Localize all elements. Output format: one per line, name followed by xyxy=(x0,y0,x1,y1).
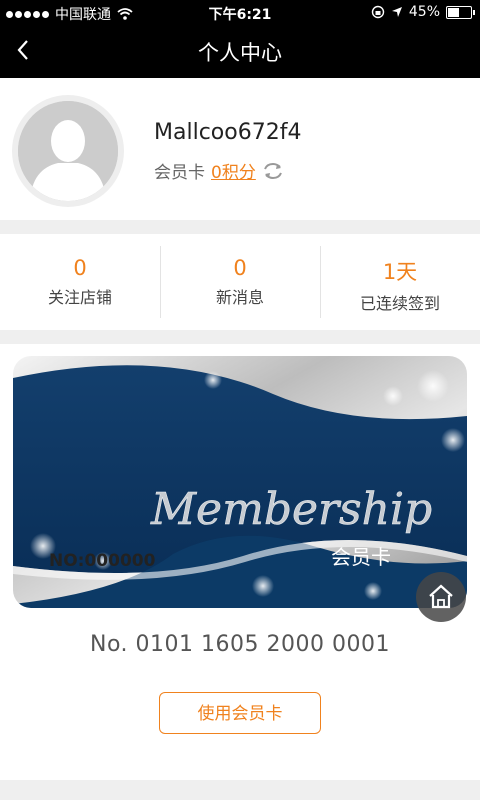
page-title: 个人中心 xyxy=(198,41,282,65)
stat-label: 新消息 xyxy=(215,288,264,307)
points-link[interactable]: 0积分 xyxy=(211,158,256,183)
nav-bar: 个人中心 xyxy=(0,24,480,78)
battery-percent: 45% xyxy=(408,4,440,20)
membership-section: Membership 会员卡 NO:000000 No. 0101 1605 2… xyxy=(0,344,480,780)
refresh-icon[interactable] xyxy=(262,161,284,181)
membership-card-image: Membership 会员卡 NO:000000 xyxy=(13,356,467,608)
use-card-button[interactable]: 使用会员卡 xyxy=(159,692,321,734)
card-script-title: Membership xyxy=(150,484,432,535)
username: Mallcoo672f4 xyxy=(154,120,302,145)
battery-icon xyxy=(446,5,475,19)
stat-checkin-streak[interactable]: 1天 已连续签到 xyxy=(320,234,480,330)
stat-label: 关注店铺 xyxy=(47,288,112,307)
rotation-lock-icon xyxy=(371,5,385,19)
card-code: NO:000000 xyxy=(49,551,156,571)
home-button[interactable] xyxy=(416,572,466,622)
stat-value: 0 xyxy=(73,256,87,280)
avatar-placeholder-icon xyxy=(18,101,118,201)
card-label-on-card: 会员卡 xyxy=(331,545,391,569)
status-bar: 中国联通 下午6:21 45% xyxy=(0,0,480,24)
home-icon xyxy=(429,584,453,609)
avatar[interactable] xyxy=(12,95,124,207)
stat-new-messages[interactable]: 0 新消息 xyxy=(160,234,320,330)
stat-value: 1天 xyxy=(382,260,418,284)
profile-section: Mallcoo672f4 会员卡 0积分 xyxy=(0,78,480,220)
membership-card-number: No. 0101 1605 2000 0001 xyxy=(90,632,390,657)
stats-bar: 0 关注店铺 0 新消息 1天 已连续签到 xyxy=(0,234,480,330)
membership-points-line: 会员卡 0积分 xyxy=(154,158,284,183)
stat-value: 0 xyxy=(233,256,247,280)
stat-label: 已连续签到 xyxy=(359,294,440,313)
card-label: 会员卡 xyxy=(154,163,205,183)
stat-followed-stores[interactable]: 0 关注店铺 xyxy=(0,234,160,330)
top-bar: 中国联通 下午6:21 45% 个人中心 xyxy=(0,0,480,78)
location-icon xyxy=(391,7,402,17)
